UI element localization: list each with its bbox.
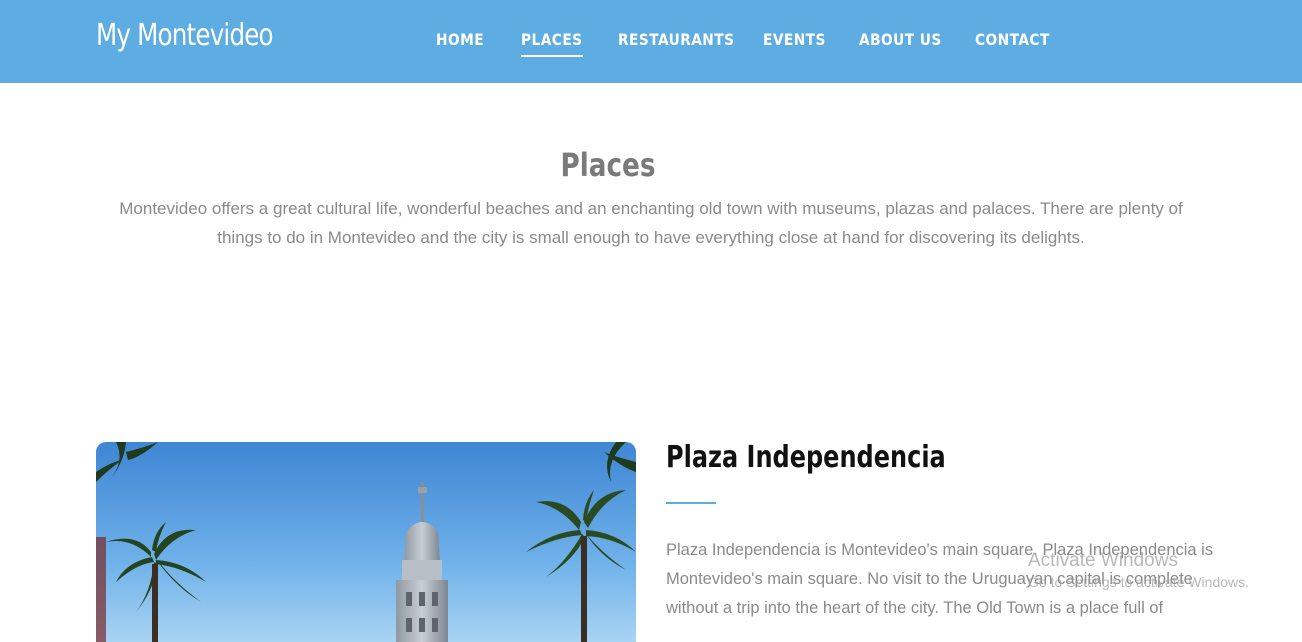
place-description: Plaza Independencia is Montevideo's main… [666,541,1214,617]
section-title: Places [560,146,656,184]
nav-home[interactable]: HOME [436,30,484,55]
nav-restaurants[interactable]: RESTAURANTS [618,30,734,55]
brand-logo[interactable]: My Montevideo [96,18,274,53]
nav-about-us[interactable]: ABOUT US [859,30,942,55]
nav-contact[interactable]: CONTACT [975,30,1050,55]
place-photo [96,442,636,642]
plaza-independencia-photo [96,442,636,642]
nav-events[interactable]: EVENTS [763,30,826,55]
top-navbar: My Montevideo HOME PLACES RESTAURANTS EV… [0,0,1302,83]
section-intro: Montevideo offers a great cultural life,… [119,199,1183,247]
place-title: Plaza Independencia [666,440,946,475]
title-underline [666,502,716,504]
nav-places[interactable]: PLACES [521,30,583,57]
